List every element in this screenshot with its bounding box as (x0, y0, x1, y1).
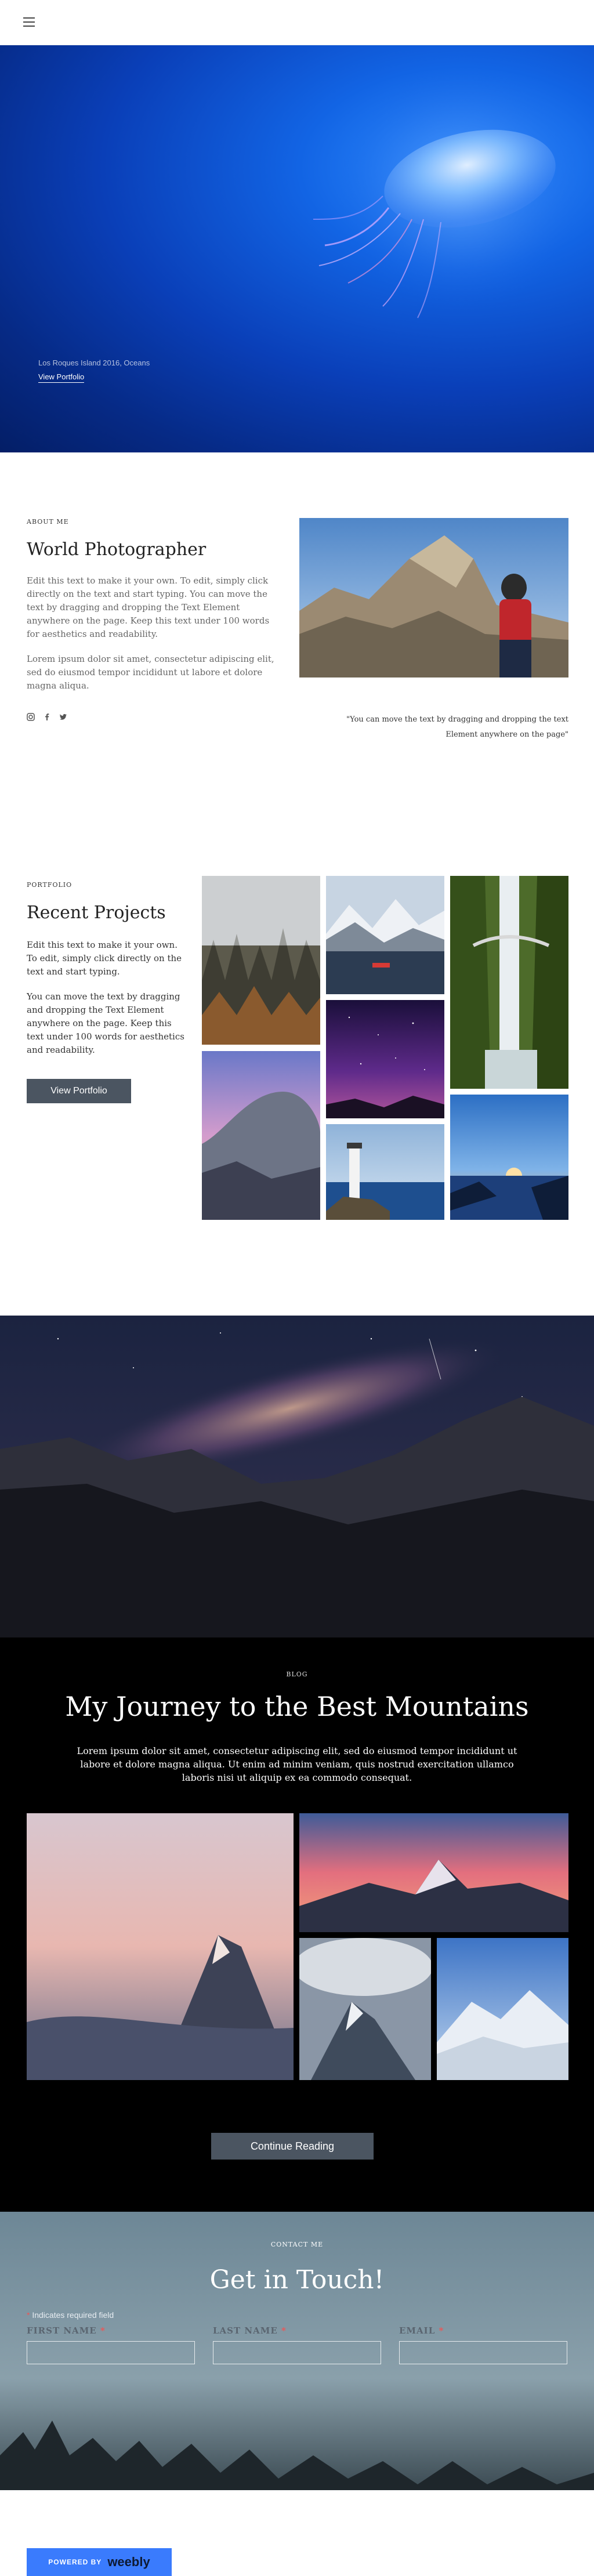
portfolio-image-forest[interactable] (202, 876, 320, 1045)
portfolio-image-boat[interactable] (326, 876, 444, 994)
photographer-photo (299, 518, 568, 677)
social-links (27, 712, 67, 721)
site-header (0, 0, 594, 45)
view-portfolio-link[interactable]: View Portfolio (38, 372, 85, 383)
portfolio-paragraph-1: Edit this text to make it your own. To e… (27, 940, 182, 977)
continue-reading-button[interactable]: Continue Reading (211, 2133, 374, 2160)
hero-caption: Los Roques Island 2016, Oceans (38, 358, 150, 367)
twitter-icon[interactable] (59, 712, 67, 720)
hero-section: Los Roques Island 2016, Oceans View Port… (0, 45, 594, 452)
required-note-text: Indicates required field (32, 2310, 114, 2320)
portfolio-image-lighthouse[interactable] (326, 1124, 444, 1220)
last-name-field[interactable] (213, 2341, 381, 2364)
about-quote: "You can move the text by dragging and d… (346, 715, 568, 739)
contact-title: Get in Touch! (209, 2265, 385, 2295)
portfolio-image-sunset-coast[interactable] (450, 1095, 568, 1220)
portfolio-image-half-dome[interactable] (202, 1051, 320, 1220)
powered-by-label: POWERED BY (48, 2558, 102, 2566)
jellyfish-photo (313, 68, 583, 318)
hamburger-menu-icon[interactable] (23, 17, 35, 27)
portfolio-paragraph-2: You can move the text by dragging and dr… (27, 991, 184, 1055)
about-paragraph-2: Lorem ipsum dolor sit amet, consectetur … (27, 654, 274, 691)
portfolio-image-waterfall[interactable] (450, 876, 568, 1089)
first-name-label: FIRST NAME * (27, 2325, 106, 2336)
footer: POWERED BY weebly (0, 2490, 594, 2576)
first-name-field[interactable] (27, 2341, 195, 2364)
blog-section: BLOG My Journey to the Best Mountains Lo… (0, 1637, 594, 2212)
powered-by-weebly-badge[interactable]: POWERED BY weebly (27, 2548, 172, 2576)
last-name-label: LAST NAME * (213, 2325, 287, 2336)
email-field[interactable] (399, 2341, 567, 2364)
required-star-icon: * (27, 2310, 30, 2320)
email-label: EMAIL * (399, 2325, 444, 2336)
blog-title: My Journey to the Best Mountains (65, 1691, 529, 1722)
view-portfolio-button[interactable]: View Portfolio (27, 1079, 131, 1103)
required-field-note: * Indicates required field (27, 2310, 114, 2320)
portfolio-image-night-sky[interactable] (326, 1000, 444, 1118)
portfolio-title: Recent Projects (27, 903, 166, 923)
about-eyebrow: ABOUT ME (27, 518, 69, 526)
portfolio-text: Edit this text to make it your own. To e… (27, 939, 189, 1068)
blog-eyebrow: BLOG (286, 1671, 308, 1678)
blog-image-pink-sky-peak[interactable] (299, 1813, 568, 1932)
contact-section: CONTACT ME Get in Touch! * Indicates req… (0, 2212, 594, 2490)
about-paragraph-1: Edit this text to make it your own. To e… (27, 575, 270, 639)
about-title: World Photographer (27, 539, 207, 560)
about-text: Edit this text to make it your own. To e… (27, 574, 276, 704)
portfolio-eyebrow: PORTFOLIO (27, 881, 73, 889)
facebook-icon[interactable] (43, 712, 51, 720)
blog-image-matterhorn-dusk[interactable] (27, 1813, 294, 2080)
blog-image-matterhorn-clouds[interactable] (299, 1938, 431, 2080)
weebly-logo: weebly (107, 2555, 150, 2569)
blog-text: Lorem ipsum dolor sit amet, consectetur … (77, 1745, 517, 1783)
milky-way-banner (0, 1316, 594, 1637)
instagram-icon[interactable] (27, 712, 35, 721)
contact-eyebrow: CONTACT ME (270, 2241, 324, 2248)
blog-image-snowy-range[interactable] (437, 1938, 568, 2080)
